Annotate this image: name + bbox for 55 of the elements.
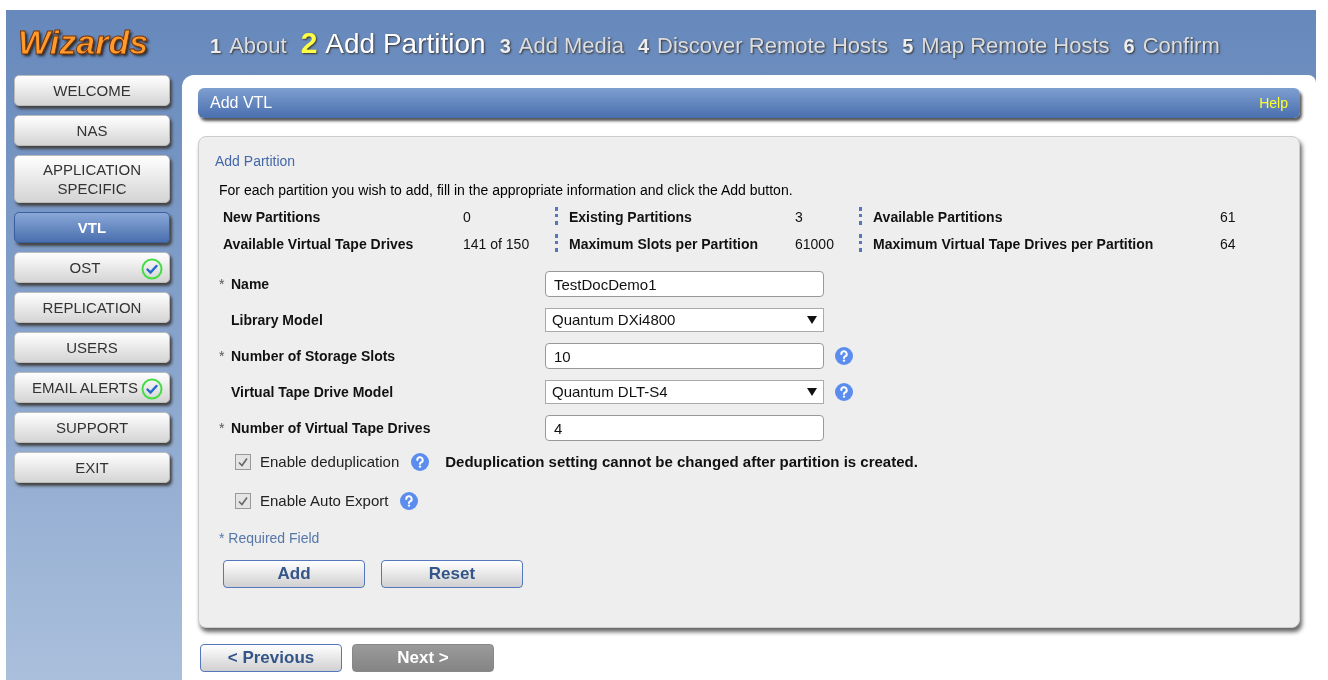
stat-label: Maximum Slots per Partition bbox=[569, 235, 760, 254]
stat-value: 3 bbox=[795, 208, 804, 227]
stat-value: 0 bbox=[463, 208, 472, 227]
stat-label: Available Partitions bbox=[873, 208, 1004, 227]
sidebar-item[interactable]: OST bbox=[14, 252, 170, 283]
help-icon[interactable] bbox=[835, 383, 853, 401]
field-label: Library Model bbox=[231, 310, 323, 330]
required-mark: * bbox=[219, 274, 226, 294]
field-label: Number of Storage Slots bbox=[231, 346, 396, 366]
dropdown-arrow-icon bbox=[807, 388, 817, 396]
stat-label: New Partitions bbox=[223, 208, 322, 227]
sidebar-item[interactable]: EMAIL ALERTS bbox=[14, 372, 170, 403]
text-field[interactable]: 10 bbox=[545, 343, 824, 369]
action-button[interactable]: Reset bbox=[381, 560, 523, 588]
dropdown[interactable]: Quantum DXi4800 bbox=[545, 308, 824, 332]
wizards-logo: Wizards bbox=[18, 22, 150, 63]
stat-value: 141 of 150 bbox=[463, 235, 531, 254]
stat-label: Available Virtual Tape Drives bbox=[223, 235, 415, 254]
nav-button[interactable]: < Previous bbox=[200, 644, 342, 672]
stat-label: Existing Partitions bbox=[569, 208, 693, 227]
help-icon[interactable] bbox=[411, 453, 430, 472]
checkbox-label: Enable deduplication bbox=[260, 452, 400, 472]
field-label: Name bbox=[231, 274, 270, 294]
sidebar-item[interactable]: SUPPORT bbox=[14, 412, 170, 443]
required-mark: * bbox=[219, 346, 226, 366]
stat-value: 61000 bbox=[795, 235, 835, 254]
checkbox-label: Enable Auto Export bbox=[260, 490, 389, 511]
sidebar-item[interactable]: USERS bbox=[14, 332, 170, 363]
check-circle-icon bbox=[141, 378, 163, 400]
sidebar-item[interactable]: EXIT bbox=[14, 452, 170, 483]
required-mark: * bbox=[219, 418, 226, 438]
stat-value: 64 bbox=[1220, 235, 1237, 254]
sidebar-item[interactable]: APPLICATION SPECIFIC bbox=[14, 155, 170, 203]
stat-value: 61 bbox=[1220, 208, 1237, 227]
check-circle-icon bbox=[141, 258, 163, 280]
action-button[interactable]: Add bbox=[223, 560, 365, 588]
required-field-note: * Required Field bbox=[219, 529, 321, 548]
section-title: Add Partition bbox=[215, 152, 297, 171]
dropdown-arrow-icon bbox=[807, 316, 817, 324]
help-icon[interactable] bbox=[835, 347, 853, 365]
field-label: Virtual Tape Drive Model bbox=[231, 382, 394, 402]
text-field[interactable]: TestDocDemo1 bbox=[545, 271, 824, 297]
sidebar-item[interactable]: REPLICATION bbox=[14, 292, 170, 323]
checkbox[interactable] bbox=[235, 454, 251, 471]
field-label: Number of Virtual Tape Drives bbox=[231, 418, 431, 438]
text-field[interactable]: 4 bbox=[545, 415, 824, 441]
panel-title: Add VTL bbox=[210, 93, 273, 113]
checkbox[interactable] bbox=[235, 492, 251, 509]
dropdown[interactable]: Quantum DLT-S4 bbox=[545, 380, 824, 404]
stat-label: Maximum Virtual Tape Drives per Partition bbox=[873, 235, 1155, 254]
sidebar-item[interactable]: NAS bbox=[14, 115, 170, 146]
sidebar-item[interactable]: WELCOME bbox=[14, 75, 170, 106]
warning-note: Deduplication setting cannot be changed after partition is created. bbox=[445, 452, 918, 472]
help-icon[interactable] bbox=[400, 491, 419, 510]
instructions: For each partition you wish to add, fill in the appropriate information and click the Add button. bbox=[219, 181, 794, 200]
